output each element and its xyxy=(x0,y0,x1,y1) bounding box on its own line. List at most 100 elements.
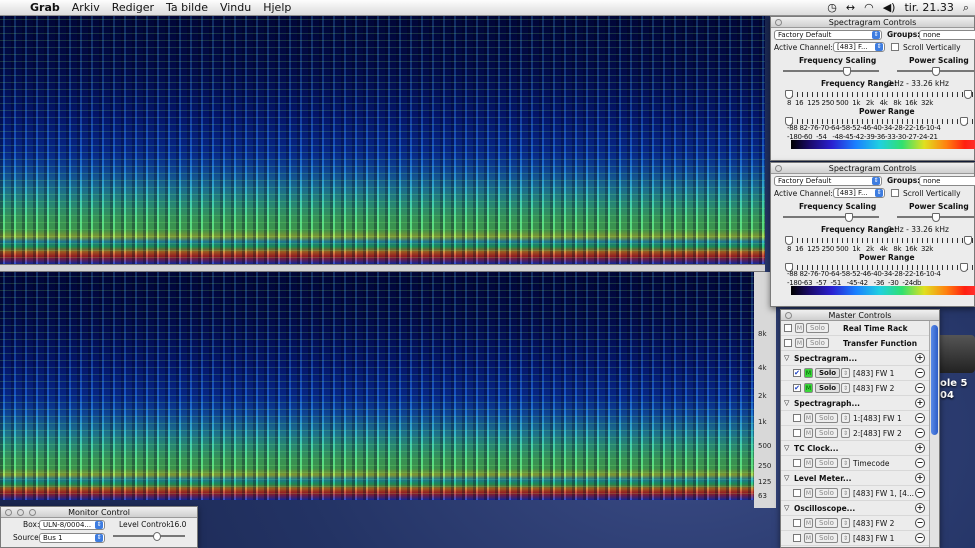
row-checkbox[interactable] xyxy=(793,459,801,467)
stepper-icon[interactable]: ⇕ xyxy=(841,368,850,378)
level-control-slider[interactable] xyxy=(113,535,185,537)
wifi-icon[interactable]: ◠ xyxy=(864,0,874,16)
row-checkbox[interactable] xyxy=(793,429,801,437)
solo-button[interactable]: Solo xyxy=(815,518,838,528)
menu-clock[interactable]: tir. 21.33 xyxy=(904,0,953,16)
groups-select[interactable]: none xyxy=(919,176,975,186)
menu-ta-bilde[interactable]: Ta bilde xyxy=(160,0,214,16)
disclosure-triangle-icon[interactable]: ▽ xyxy=(784,396,789,411)
zoom-button[interactable] xyxy=(29,509,36,516)
row-checkbox[interactable] xyxy=(793,489,801,497)
master-group-header[interactable]: ▽ TC Clock... + xyxy=(781,441,931,456)
sync-icon[interactable]: ↔ xyxy=(846,0,855,16)
close-button[interactable] xyxy=(775,19,782,26)
frequency-scaling-knob[interactable] xyxy=(845,213,853,222)
master-group-header[interactable]: ▽ Oscilloscope... + xyxy=(781,501,931,516)
power-range-high-knob[interactable] xyxy=(960,117,968,126)
add-icon[interactable]: + xyxy=(915,398,925,408)
disclosure-triangle-icon[interactable]: ▽ xyxy=(784,441,789,456)
close-button[interactable] xyxy=(785,312,792,319)
box-select[interactable]: ULN-8/0004... ⇕ xyxy=(39,520,105,530)
close-button[interactable] xyxy=(5,509,12,516)
active-channel-select[interactable]: [483] F... ⇕ xyxy=(833,188,885,198)
monitor-control-titlebar[interactable]: Monitor Control xyxy=(1,507,197,518)
mute-button[interactable]: M xyxy=(804,518,813,528)
remove-icon[interactable]: − xyxy=(915,533,925,543)
stepper-icon[interactable]: ⇕ xyxy=(841,413,850,423)
stepper-icon[interactable]: ⇕ xyxy=(841,533,850,543)
desktop-icon[interactable] xyxy=(935,335,975,373)
spectragram-controls-titlebar[interactable]: Spectragram Controls xyxy=(771,17,974,28)
spectrogram-top[interactable] xyxy=(0,16,765,264)
remove-icon[interactable]: − xyxy=(915,488,925,498)
frequency-range-high-knob[interactable] xyxy=(964,236,972,245)
solo-button[interactable]: Solo xyxy=(806,323,829,333)
power-range-high-knob[interactable] xyxy=(960,263,968,272)
mute-button[interactable]: M xyxy=(795,323,804,333)
row-checkbox[interactable] xyxy=(793,519,801,527)
scroll-vertically-checkbox[interactable] xyxy=(891,189,899,197)
frequency-range-high-knob[interactable] xyxy=(964,90,972,99)
stepper-icon[interactable]: ⇕ xyxy=(841,458,850,468)
frequency-scaling-knob[interactable] xyxy=(843,67,851,76)
menu-vindu[interactable]: Vindu xyxy=(214,0,257,16)
solo-button[interactable]: Solo xyxy=(806,338,829,348)
master-group-header[interactable]: ▽ Level Meter... + xyxy=(781,471,931,486)
groups-select[interactable]: none xyxy=(919,30,975,40)
solo-button[interactable]: Solo xyxy=(815,533,838,543)
stepper-icon[interactable]: ⇕ xyxy=(841,518,850,528)
remove-icon[interactable]: − xyxy=(915,518,925,528)
mute-button[interactable]: M xyxy=(804,428,813,438)
remove-icon[interactable]: − xyxy=(915,458,925,468)
remove-icon[interactable]: − xyxy=(915,413,925,423)
stepper-icon[interactable]: ⇕ xyxy=(841,488,850,498)
master-controls-titlebar[interactable]: Master Controls xyxy=(781,310,939,321)
menu-rediger[interactable]: Rediger xyxy=(106,0,160,16)
source-select[interactable]: Bus 1 ⇕ xyxy=(39,533,105,543)
menu-hjelp[interactable]: Hjelp xyxy=(257,0,297,16)
add-icon[interactable]: + xyxy=(915,503,925,513)
stepper-icon[interactable]: ⇕ xyxy=(841,383,850,393)
preset-select[interactable]: Factory Default ⇕ xyxy=(774,176,882,186)
master-group-header[interactable]: ▽ Spectragraph... + xyxy=(781,396,931,411)
row-checkbox[interactable] xyxy=(784,339,792,347)
volume-icon[interactable]: ◀) xyxy=(883,0,896,16)
close-button[interactable] xyxy=(775,165,782,172)
spectragram-controls-titlebar[interactable]: Spectragram Controls xyxy=(771,163,974,174)
mute-button[interactable]: M xyxy=(804,533,813,543)
row-checkbox[interactable]: ✔ xyxy=(793,384,801,392)
row-checkbox[interactable] xyxy=(793,534,801,542)
time-machine-icon[interactable]: ◷ xyxy=(827,0,837,16)
disclosure-triangle-icon[interactable]: ▽ xyxy=(784,351,789,366)
remove-icon[interactable]: − xyxy=(915,428,925,438)
spectrogram-divider[interactable] xyxy=(0,264,765,272)
solo-button[interactable]: Solo xyxy=(815,368,841,378)
mute-button[interactable]: M xyxy=(804,413,813,423)
row-checkbox[interactable] xyxy=(784,324,792,332)
disclosure-triangle-icon[interactable]: ▽ xyxy=(784,501,789,516)
frequency-scaling-slider[interactable] xyxy=(783,70,879,72)
add-icon[interactable]: + xyxy=(915,473,925,483)
menu-app[interactable]: Grab xyxy=(24,0,66,16)
mute-button[interactable]: M xyxy=(804,458,813,468)
remove-icon[interactable]: − xyxy=(915,383,925,393)
mute-button[interactable]: M xyxy=(795,338,804,348)
minimize-button[interactable] xyxy=(17,509,24,516)
stepper-icon[interactable]: ⇕ xyxy=(841,428,850,438)
active-channel-select[interactable]: [483] F... ⇕ xyxy=(833,42,885,52)
add-icon[interactable]: + xyxy=(915,443,925,453)
level-control-knob[interactable] xyxy=(153,532,161,541)
preset-select[interactable]: Factory Default ⇕ xyxy=(774,30,882,40)
add-icon[interactable]: + xyxy=(915,353,925,363)
solo-button[interactable]: Solo xyxy=(815,413,838,423)
solo-button[interactable]: Solo xyxy=(815,383,841,393)
menu-arkiv[interactable]: Arkiv xyxy=(66,0,106,16)
mute-button[interactable]: M xyxy=(804,383,813,393)
disclosure-triangle-icon[interactable]: ▽ xyxy=(784,471,789,486)
row-checkbox[interactable] xyxy=(793,414,801,422)
solo-button[interactable]: Solo xyxy=(815,488,838,498)
master-group-header[interactable]: ▽ Spectragram... + xyxy=(781,351,931,366)
mute-button[interactable]: M xyxy=(804,488,813,498)
power-scaling-knob[interactable] xyxy=(932,213,940,222)
row-checkbox[interactable]: ✔ xyxy=(793,369,801,377)
